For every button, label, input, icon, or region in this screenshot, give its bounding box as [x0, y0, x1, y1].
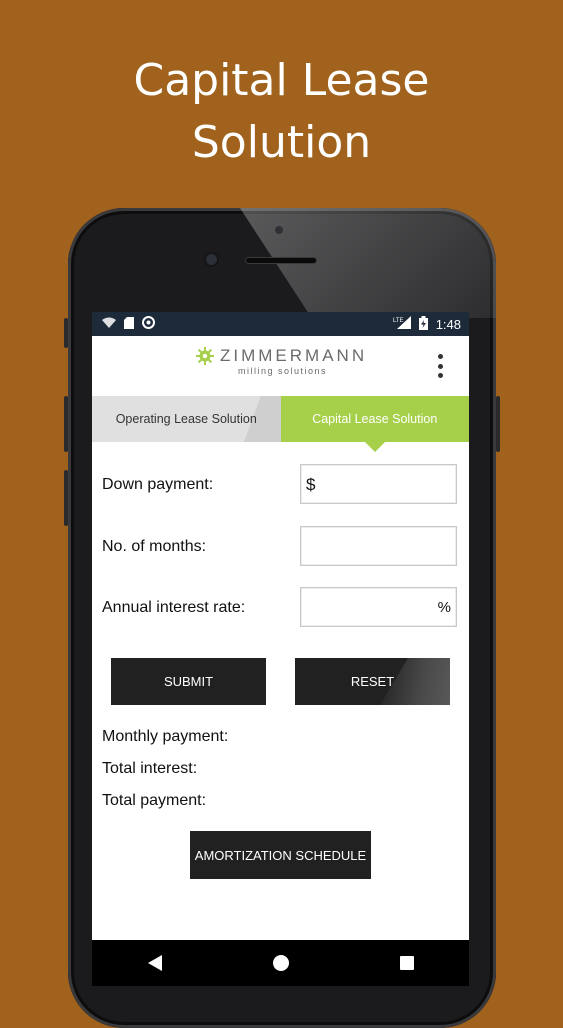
phone-power-button — [496, 396, 500, 452]
interest-label: Annual interest rate: — [102, 599, 246, 616]
home-icon[interactable] — [272, 955, 289, 971]
headline-line-2: Solution — [191, 117, 372, 168]
wifi-icon — [102, 317, 116, 332]
back-icon[interactable] — [147, 955, 162, 971]
recent-apps-icon[interactable] — [399, 956, 414, 970]
total-payment-label: Total payment: — [102, 792, 207, 809]
phone-side-button — [64, 318, 68, 348]
sync-circle-icon — [142, 316, 155, 332]
down-payment-field[interactable]: $ — [300, 464, 457, 504]
gear-logo-icon — [196, 347, 214, 370]
months-field[interactable] — [300, 526, 457, 566]
submit-button[interactable]: SUBMIT — [111, 658, 266, 705]
phone-volume-up — [64, 396, 68, 452]
interest-field[interactable]: % — [300, 587, 457, 627]
months-row: No. of months: — [92, 526, 469, 568]
amortization-schedule-button[interactable]: AMORTIZATION SCHEDULE — [190, 831, 371, 879]
total-interest-label: Total interest: — [102, 760, 198, 777]
phone-volume-down — [64, 470, 68, 526]
down-payment-input[interactable] — [301, 465, 456, 503]
months-label: No. of months: — [102, 538, 207, 555]
status-bar: LTE 1:48 — [92, 312, 469, 336]
logo-name: ZIMMERMANN — [220, 346, 368, 365]
sd-card-icon — [124, 316, 134, 332]
tab-capital-lease[interactable]: Capital Lease Solution — [280, 396, 469, 452]
zimmermann-logo: ZIMMERMANN milling solutions — [196, 347, 367, 383]
earpiece-speaker — [246, 258, 316, 263]
tab-bar: Operating Lease Solution Capital Lease S… — [92, 396, 469, 452]
tab-operating-lease[interactable]: Operating Lease Solution — [92, 396, 281, 442]
months-input[interactable] — [301, 527, 456, 565]
reset-button-label: RESET — [350, 674, 395, 689]
monthly-payment-label: Monthly payment: — [102, 728, 229, 745]
dollar-prefix: $ — [306, 475, 316, 494]
app-screen: LTE 1:48 ZIMMERMANN milling solutions Op… — [92, 312, 469, 940]
phone-glare — [240, 208, 496, 318]
app-bar: ZIMMERMANN milling solutions — [92, 336, 469, 396]
proximity-sensor — [275, 226, 283, 234]
overflow-menu-icon[interactable] — [437, 354, 443, 378]
lte-signal-icon: LTE — [393, 316, 411, 332]
interest-row: Annual interest rate: % — [92, 587, 469, 629]
headline-line-1: Capital Lease — [133, 55, 430, 106]
interest-input[interactable] — [301, 588, 456, 626]
svg-text:LTE: LTE — [393, 318, 404, 324]
promo-headline: Capital Lease Solution — [0, 50, 563, 174]
front-camera — [206, 254, 217, 265]
down-payment-label: Down payment: — [102, 476, 214, 493]
percent-suffix: % — [437, 599, 451, 616]
navigation-bar — [92, 940, 469, 986]
reset-button[interactable]: RESET — [295, 658, 450, 705]
battery-charging-icon — [418, 315, 428, 333]
logo-tagline: milling solutions — [238, 366, 328, 376]
status-time: 1:48 — [435, 316, 461, 332]
down-payment-row: Down payment: $ — [92, 464, 469, 506]
